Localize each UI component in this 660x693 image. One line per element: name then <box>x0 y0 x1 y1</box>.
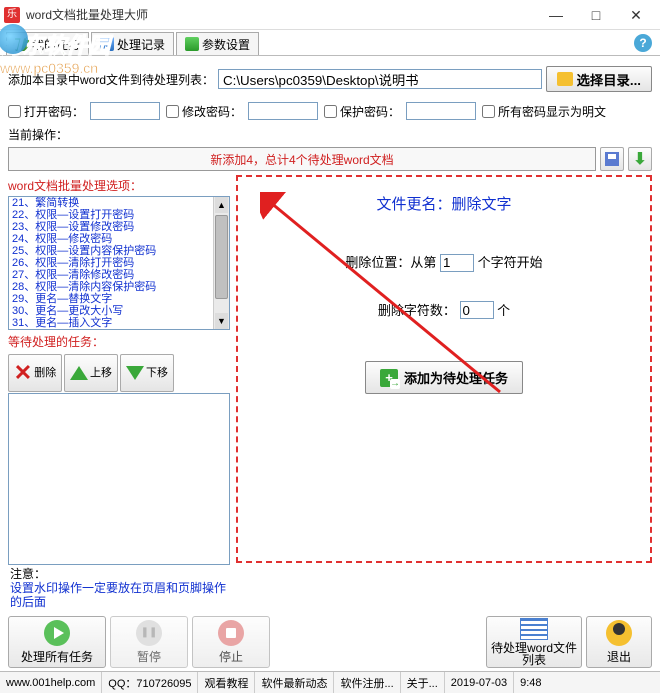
options-title: word文档批量处理选项： <box>8 175 230 196</box>
record-icon <box>100 37 114 51</box>
open-pwd-check[interactable]: 打开密码： <box>8 103 84 120</box>
tab-my-tasks[interactable]: 我的任务 <box>6 32 89 55</box>
arrow-up-icon <box>70 366 88 380</box>
pending-title: 等待处理的任务： <box>8 330 230 353</box>
protect-pwd-input[interactable] <box>406 102 476 120</box>
modify-pwd-check[interactable]: 修改密码： <box>166 103 242 120</box>
delete-pos-input[interactable] <box>440 254 474 272</box>
move-down-button[interactable]: 下移 <box>120 354 174 392</box>
folder-icon <box>557 72 573 86</box>
stop-button[interactable]: 停止 <box>192 616 270 668</box>
pause-icon <box>136 620 162 646</box>
list-icon <box>520 618 548 640</box>
status-date: 2019-07-03 <box>445 672 514 693</box>
delete-count-input[interactable] <box>460 301 494 319</box>
list-item[interactable]: 25、权限—设置内容保护密码 <box>9 245 213 257</box>
option-panel: 文件更名：删除文字 删除位置：从第 个字符开始 删除字符数： 个 + 添加为待处… <box>236 175 652 563</box>
add-icon: + <box>380 369 398 387</box>
list-item[interactable]: 24、权限—修改密码 <box>9 233 213 245</box>
process-all-button[interactable]: 处理所有任务 <box>8 616 106 668</box>
modify-pwd-input[interactable] <box>248 102 318 120</box>
exit-icon <box>606 620 632 646</box>
list-item[interactable]: 29、更名—替换文字 <box>9 293 213 305</box>
play-icon <box>44 620 70 646</box>
panel-title: 文件更名：删除文字 <box>246 185 642 238</box>
status-tutorial[interactable]: 观看教程 <box>198 672 255 693</box>
maximize-button[interactable]: □ <box>576 1 616 29</box>
options-listbox[interactable]: 21、繁简转换22、权限—设置打开密码23、权限—设置修改密码24、权限—修改密… <box>8 196 230 330</box>
app-icon: 乐 <box>4 7 20 23</box>
note: 注意： 设置水印操作一定要放在页眉和页脚操作的后面 <box>8 565 230 611</box>
status-news[interactable]: 软件最新动态 <box>255 672 334 693</box>
status-message: 新添加4，总计4个待处理word文档 <box>8 147 596 171</box>
task-listbox[interactable] <box>8 393 230 565</box>
status-time: 9:48 <box>514 672 547 693</box>
plain-pwd-check[interactable]: 所有密码显示为明文 <box>482 103 606 120</box>
scroll-down[interactable]: ▼ <box>215 313 228 329</box>
path-label: 添加本目录中word文件到待处理列表： <box>8 71 214 88</box>
help-button[interactable]: ? <box>634 34 652 52</box>
list-item[interactable]: 28、权限—清除内容保护密码 <box>9 281 213 293</box>
save-icon <box>605 152 619 166</box>
status-site[interactable]: www.001help.com <box>0 672 102 693</box>
status-about[interactable]: 关于... <box>401 672 445 693</box>
status-qq: QQ：710726095 <box>102 672 198 693</box>
list-item[interactable]: 26、权限—清除打开密码 <box>9 257 213 269</box>
tab-params[interactable]: 参数设置 <box>176 32 259 55</box>
gear-icon <box>185 37 199 51</box>
tasks-icon <box>15 37 29 51</box>
delete-button[interactable]: ✕删除 <box>8 354 62 392</box>
download-icon: ⬇ <box>633 149 646 169</box>
protect-pwd-check[interactable]: 保护密码： <box>324 103 400 120</box>
arrow-down-icon <box>126 366 144 380</box>
list-item[interactable]: 30、更名—更改大小写 <box>9 305 213 317</box>
close-button[interactable]: ✕ <box>616 1 656 29</box>
browse-button[interactable]: 选择目录... <box>546 66 652 92</box>
scrollbar[interactable]: ▲ ▼ <box>213 197 229 329</box>
path-input[interactable] <box>218 69 542 89</box>
delete-icon: ✕ <box>14 362 32 384</box>
list-item[interactable]: 27、权限—清除修改密码 <box>9 269 213 281</box>
save-button[interactable] <box>600 147 624 171</box>
open-pwd-input[interactable] <box>90 102 160 120</box>
window-title: word文档批量处理大师 <box>26 6 536 23</box>
list-item[interactable]: 21、繁简转换 <box>9 197 213 209</box>
list-item[interactable]: 31、更名—插入文字 <box>9 317 213 329</box>
tab-record[interactable]: 处理记录 <box>91 32 174 55</box>
move-up-button[interactable]: 上移 <box>64 354 118 392</box>
list-item[interactable]: 22、权限—设置打开密码 <box>9 209 213 221</box>
pause-button[interactable]: 暂停 <box>110 616 188 668</box>
download-button[interactable]: ⬇ <box>628 147 652 171</box>
exit-button[interactable]: 退出 <box>586 616 652 668</box>
add-task-button[interactable]: + 添加为待处理任务 <box>365 361 523 394</box>
scroll-thumb[interactable] <box>215 215 228 299</box>
statusbar: www.001help.com QQ：710726095 观看教程 软件最新动态… <box>0 671 660 693</box>
stop-icon <box>218 620 244 646</box>
pending-list-button[interactable]: 待处理word文件列表 <box>486 616 582 668</box>
status-register[interactable]: 软件注册... <box>334 672 400 693</box>
scroll-up[interactable]: ▲ <box>215 197 228 213</box>
current-op-label: 当前操作： <box>0 124 660 145</box>
minimize-button[interactable]: — <box>536 1 576 29</box>
list-item[interactable]: 23、权限—设置修改密码 <box>9 221 213 233</box>
